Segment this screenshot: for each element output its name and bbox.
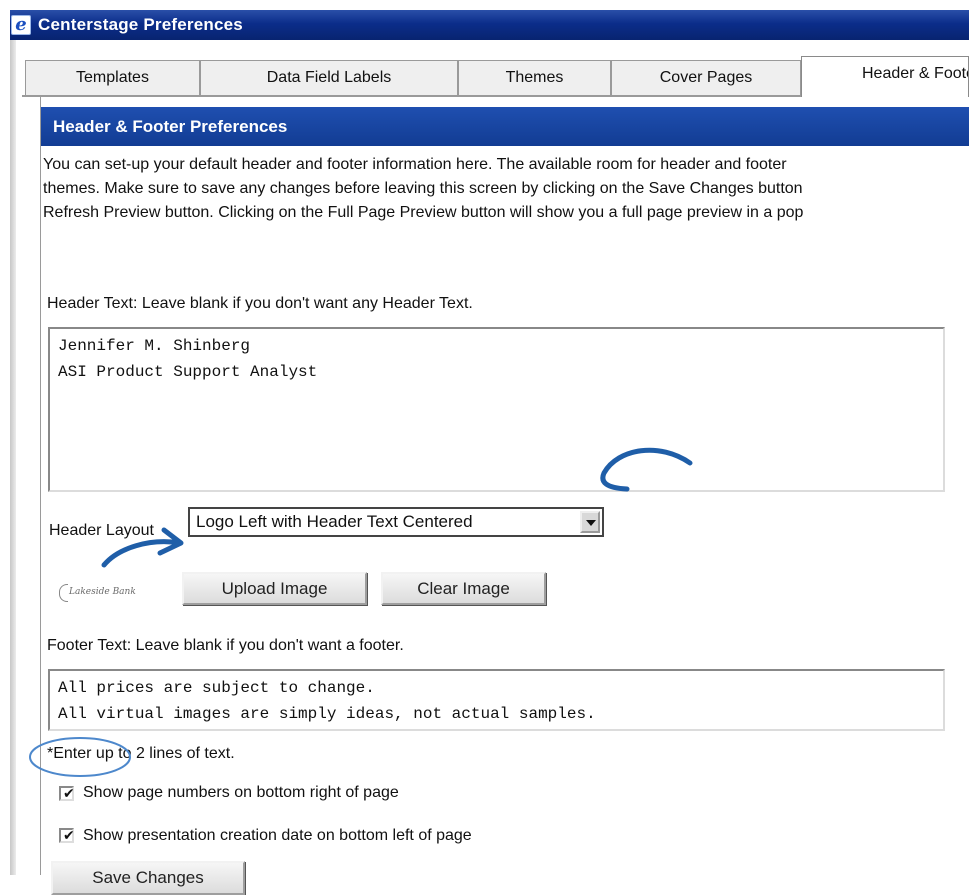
page-numbers-label: Show page numbers on bottom right of pag… (83, 784, 399, 801)
intro-line: You can set-up your default header and f… (43, 156, 787, 173)
tab-data-field-labels[interactable]: Data Field Labels (200, 60, 458, 96)
chevron-down-icon[interactable] (580, 511, 600, 533)
tab-themes[interactable]: Themes (458, 60, 611, 96)
tab-templates[interactable]: Templates (25, 60, 200, 96)
logo-preview-text: Lakeside Bank (69, 587, 136, 597)
tab-header-footer[interactable]: Header & Footer (801, 56, 969, 97)
title-bar: e Centerstage Preferences (10, 10, 969, 40)
intro-text: You can set-up your default header and f… (43, 153, 969, 225)
header-text-input[interactable]: Jennifer M. Shinberg ASI Product Support… (48, 327, 945, 492)
save-changes-button[interactable]: Save Changes (51, 861, 245, 895)
e-app-icon: e (11, 15, 31, 35)
creation-date-label: Show presentation creation date on botto… (83, 827, 472, 844)
header-layout-label: Header Layout (49, 522, 154, 539)
header-layout-value: Logo Left with Header Text Centered (196, 512, 473, 531)
footer-line-limit-note: *Enter up to 2 lines of text. (47, 745, 235, 762)
window-title: Centerstage Preferences (38, 15, 243, 34)
preferences-window: Templates Data Field Labels Themes Cover… (10, 40, 969, 895)
footer-text-label: Footer Text: Leave blank if you don't wa… (47, 637, 404, 654)
header-layout-select[interactable]: Logo Left with Header Text Centered (188, 507, 604, 537)
logo-preview-image: Lakeside Bank (59, 581, 136, 603)
header-text-label: Header Text: Leave blank if you don't wa… (47, 295, 473, 312)
tab-cover-pages[interactable]: Cover Pages (611, 60, 801, 96)
intro-line: Refresh Preview button. Clicking on the … (43, 204, 804, 221)
footer-text-input[interactable]: All prices are subject to change. All vi… (48, 669, 945, 731)
page-numbers-checkbox[interactable]: ✔ (59, 785, 75, 801)
upload-image-button[interactable]: Upload Image (182, 572, 367, 605)
creation-date-checkbox[interactable]: ✔ (59, 827, 75, 843)
section-header: Header & Footer Preferences (41, 107, 969, 146)
intro-line: themes. Make sure to save any changes be… (43, 180, 803, 197)
checkmark-icon: ✔ (63, 827, 75, 843)
clear-image-button[interactable]: Clear Image (381, 572, 546, 605)
checkmark-icon: ✔ (63, 785, 75, 801)
tab-content-panel: Header & Footer Preferences You can set-… (40, 97, 969, 895)
